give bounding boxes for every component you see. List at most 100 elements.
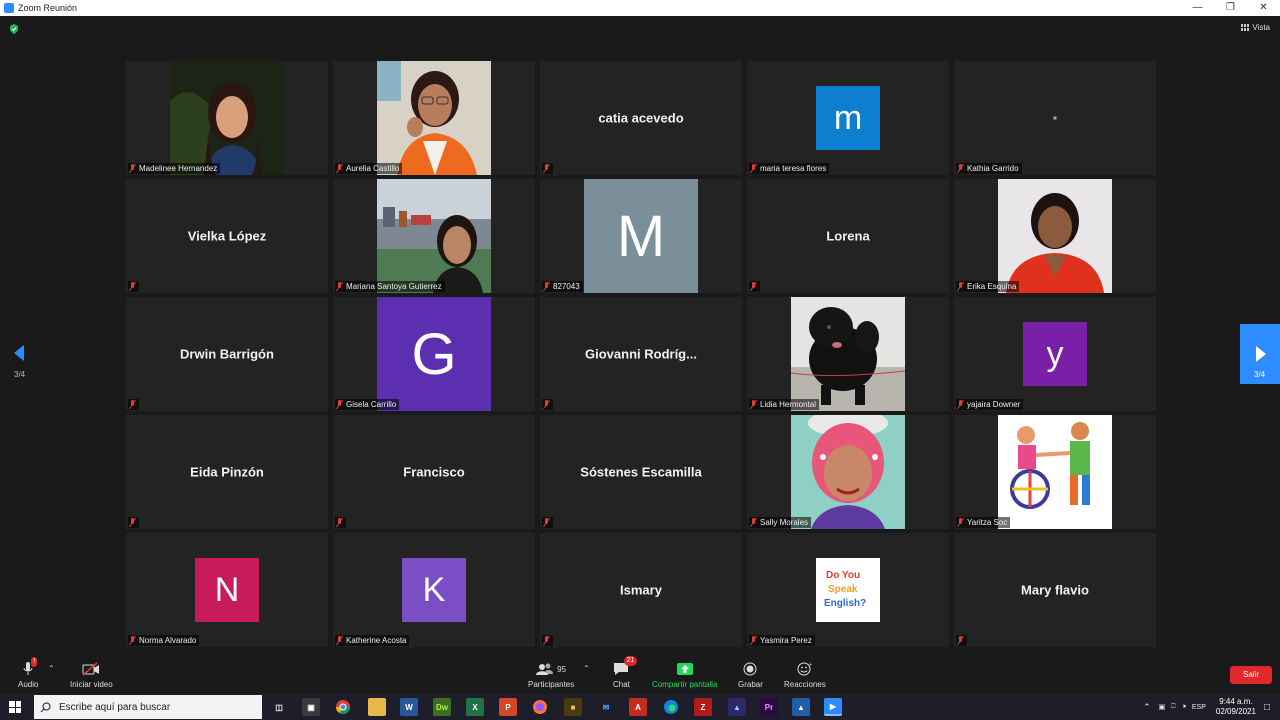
muted-microphone-icon <box>957 400 964 409</box>
participant-tile[interactable]: Eida Pinzón <box>126 415 328 529</box>
participant-tile[interactable]: y yajaira Downer <box>954 297 1156 411</box>
clock-date: 02/09/2021 <box>1215 707 1256 716</box>
participant-tile[interactable]: G Gisela Carrillo <box>333 297 535 411</box>
participant-tile[interactable]: K Katherine Acosta <box>333 533 535 647</box>
notifications-icon[interactable]: □ <box>1264 702 1270 713</box>
language-indicator[interactable]: ESP <box>1192 704 1206 711</box>
taskbar-clock[interactable]: 9:44 a.m. 02/09/2021 <box>1216 697 1256 717</box>
store-icon[interactable]: ▣ <box>302 698 320 716</box>
chrome-icon[interactable] <box>334 698 352 716</box>
vpn-icon[interactable]: ▲ <box>728 698 746 716</box>
leave-meeting-button[interactable]: Salir <box>1230 666 1272 684</box>
record-label: Grabar <box>738 680 763 689</box>
participant-tile[interactable]: Kathia Garrido <box>954 61 1156 175</box>
windows-taskbar: Escribe aquí para buscar ◫ ▣ W Dw X P ■ … <box>0 694 1280 720</box>
participant-tile[interactable]: Drwin Barrigón <box>126 297 328 411</box>
participant-avatar: m <box>816 86 880 150</box>
participant-name-label <box>542 163 553 174</box>
participant-tile[interactable]: Giovanni Rodríg... <box>540 297 742 411</box>
participant-tile[interactable]: catia acevedo <box>540 61 742 175</box>
participant-name: Yaritza Soc <box>967 518 1008 527</box>
zoom-taskbar-icon[interactable]: ▶ <box>824 698 842 716</box>
chat-badge: 21 <box>623 656 638 666</box>
muted-microphone-icon <box>129 518 136 527</box>
participant-tile[interactable]: Sally Morales <box>747 415 949 529</box>
network-icon[interactable]: ▣ <box>1159 703 1166 711</box>
edge-icon[interactable] <box>662 698 680 716</box>
muted-microphone-icon <box>129 282 136 291</box>
participant-name-label: maria teresa flores <box>749 163 830 174</box>
share-screen-button[interactable]: Compartir pantalla <box>652 660 717 689</box>
participant-name-label: Erika Esquina <box>956 281 1020 292</box>
excel-icon[interactable]: X <box>466 698 484 716</box>
participant-tile[interactable]: Madelinee Hernandez <box>126 61 328 175</box>
task-view-icon[interactable]: ◫ <box>270 698 288 716</box>
participant-tile[interactable]: Aurelia Castillo <box>333 61 535 175</box>
view-button[interactable]: Vista <box>1241 23 1270 32</box>
word-icon[interactable]: W <box>400 698 418 716</box>
minimize-button[interactable]: — <box>1181 0 1214 16</box>
security-shield-icon[interactable] <box>9 24 19 34</box>
participant-name: Aurelia Castillo <box>346 164 400 173</box>
audio-options-chevron-icon[interactable]: ⌃ <box>48 664 55 673</box>
participant-tile[interactable]: m maria teresa flores <box>747 61 949 175</box>
close-button[interactable]: ✕ <box>1247 0 1280 16</box>
next-page-button[interactable]: 3/4 <box>1240 324 1280 384</box>
windows-start-icon[interactable] <box>9 701 21 713</box>
record-button[interactable]: Grabar <box>738 660 763 689</box>
start-video-label: Iniciar video <box>70 680 113 689</box>
taskbar-search-box[interactable]: Escribe aquí para buscar <box>34 695 262 719</box>
muted-microphone-icon <box>957 282 964 291</box>
participant-tile[interactable]: Sóstenes Escamilla <box>540 415 742 529</box>
participant-display-name: Giovanni Rodríg... <box>585 346 697 362</box>
participant-name: Katherine Acosta <box>346 636 407 645</box>
participants-button[interactable]: 95 Participantes <box>528 660 574 689</box>
participant-name-label <box>542 635 553 646</box>
participant-tile[interactable]: Erika Esquina <box>954 179 1156 293</box>
app-icon[interactable]: ■ <box>564 698 582 716</box>
muted-microphone-icon <box>957 164 964 173</box>
participant-name-label: Kathia Garrido <box>956 163 1022 174</box>
participant-tile[interactable]: Vielka López <box>126 179 328 293</box>
participant-tile[interactable]: Mariana Santoya Gutierrez <box>333 179 535 293</box>
participant-tile[interactable]: M 827043 <box>540 179 742 293</box>
filezilla-icon[interactable]: Z <box>694 698 712 716</box>
participant-video-feed <box>170 61 284 175</box>
participant-tile[interactable]: Do You Speak English? Yasmira Perez <box>747 533 949 647</box>
firefox-icon[interactable] <box>531 698 549 716</box>
share-screen-label: Compartir pantalla <box>652 680 718 689</box>
muted-microphone-icon <box>543 164 550 173</box>
participant-name-label: Gisela Carrillo <box>335 399 400 410</box>
participant-name-label <box>749 281 760 292</box>
participants-options-chevron-icon[interactable]: ⌃ <box>583 664 590 673</box>
participant-tile[interactable]: Ismary <box>540 533 742 647</box>
participant-name-label: Yaritza Soc <box>956 517 1011 528</box>
participant-tile[interactable]: N Norma Alvarado <box>126 533 328 647</box>
participant-name-label: Madelinee Hernandez <box>128 163 221 174</box>
mail-icon[interactable]: ✉ <box>597 698 615 716</box>
usb-icon[interactable]: ⎕ <box>1171 703 1175 711</box>
audio-button[interactable]: ! Audio <box>18 657 38 689</box>
chat-button[interactable]: 21 Chat <box>613 656 638 689</box>
access-icon[interactable]: A <box>629 698 647 716</box>
participant-name-label: Aurelia Castillo <box>335 163 403 174</box>
participant-name-label: Mariana Santoya Gutierrez <box>335 281 445 292</box>
dreamweaver-icon[interactable]: Dw <box>433 698 451 716</box>
start-video-button[interactable]: Iniciar video <box>70 660 113 689</box>
participant-name: Erika Esquina <box>967 282 1017 291</box>
participant-tile[interactable]: Yaritza Soc <box>954 415 1156 529</box>
participant-tile[interactable]: Mary flavio <box>954 533 1156 647</box>
participant-tile[interactable]: Lidia Hermontal <box>747 297 949 411</box>
reactions-button[interactable]: + Reacciones <box>784 660 826 689</box>
file-explorer-icon[interactable] <box>368 698 386 716</box>
restore-button[interactable]: ❐ <box>1214 0 1247 16</box>
muted-microphone-icon <box>543 282 550 291</box>
premiere-icon[interactable]: Pr <box>760 698 778 716</box>
participant-tile[interactable]: Lorena <box>747 179 949 293</box>
tray-chevron-icon[interactable]: ⌃ <box>1143 702 1151 713</box>
powerpoint-icon[interactable]: P <box>499 698 517 716</box>
remote-desktop-icon[interactable]: ▲ <box>792 698 810 716</box>
participant-tile[interactable]: Francisco <box>333 415 535 529</box>
participant-display-name: Mary flavio <box>1021 582 1089 598</box>
volume-icon[interactable]: 🕨 <box>1181 703 1185 711</box>
